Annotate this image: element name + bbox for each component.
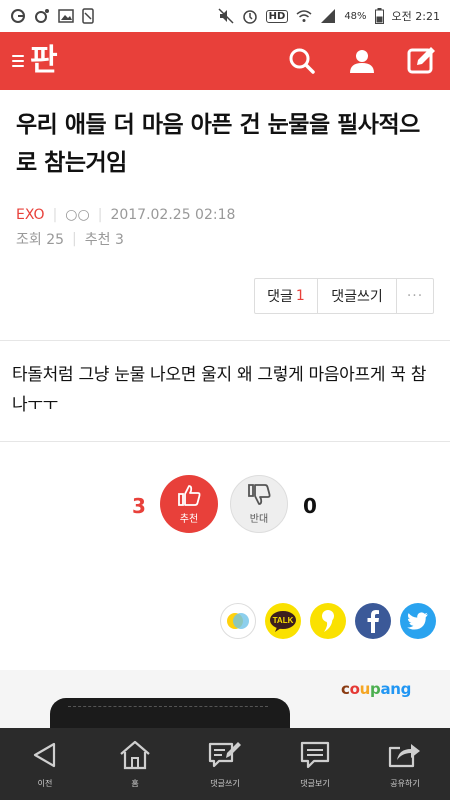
hd-icon: HD xyxy=(265,9,289,23)
nav-write-comment-button[interactable]: 댓글쓰기 xyxy=(180,728,270,800)
divider: | xyxy=(52,207,58,223)
nav-write-comment-label: 댓글쓰기 xyxy=(210,778,240,788)
home-icon xyxy=(120,740,150,769)
write-icon xyxy=(407,47,435,74)
write-comment-icon xyxy=(208,741,241,767)
downvote-label: 반대 xyxy=(249,514,269,525)
battery-percent: 48% xyxy=(344,10,367,22)
status-bar: HD 48% 오전 2:21 xyxy=(0,0,450,32)
kakao-icon xyxy=(322,610,334,632)
divider: | xyxy=(72,231,77,247)
kakaotalk-icon: TALK xyxy=(270,611,296,632)
pann-logo[interactable]: 판 xyxy=(30,46,58,76)
comment-button-group: 댓글 1 댓글쓰기 ··· xyxy=(254,278,434,314)
thumbs-up-icon xyxy=(178,485,201,506)
nav-view-comments-button[interactable]: 댓글보기 xyxy=(270,728,360,800)
coupang-logo: coupang xyxy=(341,680,412,698)
twitter-share-button[interactable] xyxy=(400,603,436,639)
upvote-button[interactable]: 추천 xyxy=(160,475,218,533)
signal-icon xyxy=(320,8,336,24)
comments-label: 댓글 xyxy=(267,289,293,305)
ad-banner[interactable]: coupang xyxy=(0,670,450,738)
kakaostory-icon xyxy=(227,613,249,629)
kakao-share-button[interactable] xyxy=(310,603,346,639)
post-stats: 조회 25 | 추천 3 xyxy=(16,229,124,249)
more-button[interactable]: ··· xyxy=(397,279,433,313)
post-title: 우리 애들 더 마음 아픈 건 눈물을 필사적으로 참는거임 xyxy=(16,112,420,176)
comments-button[interactable]: 댓글 1 xyxy=(255,279,318,313)
write-comment-button[interactable]: 댓글쓰기 xyxy=(318,279,397,313)
thumbs-down-icon xyxy=(248,484,271,505)
share-icon xyxy=(388,743,420,767)
divider: | xyxy=(97,207,103,223)
wifi-icon xyxy=(296,8,312,24)
post-body: 타돌처럼 그냥 눈물 나오면 울지 왜 그렇게 마음아프게 꾹 참나ㅜㅜ xyxy=(12,365,427,415)
app-header: 판 xyxy=(0,32,450,90)
app-notification-icon xyxy=(34,8,50,24)
twitter-icon xyxy=(407,612,428,630)
recommend-count: 3 xyxy=(114,232,124,248)
user-button[interactable] xyxy=(346,45,378,77)
mute-icon xyxy=(218,8,234,24)
post-datetime: 2017.02.25 02:18 xyxy=(110,207,236,223)
divider xyxy=(0,441,450,442)
vote-section: 3 추천 반대 0 xyxy=(0,472,450,542)
svg-text:TALK: TALK xyxy=(273,616,294,625)
upvote-label: 추천 xyxy=(179,514,199,525)
battery-icon xyxy=(374,8,384,24)
app-notification-icon xyxy=(10,8,26,24)
post-category[interactable]: EXO xyxy=(16,207,45,223)
downvote-count: 0 xyxy=(303,494,317,518)
kakaostory-share-button[interactable] xyxy=(220,603,256,639)
nav-share-label: 공유하기 xyxy=(390,778,420,788)
recommend-label: 추천 xyxy=(84,232,111,248)
views-label: 조회 xyxy=(16,232,42,248)
menu-icon[interactable] xyxy=(12,55,24,67)
post-author: ○○ xyxy=(65,207,90,223)
views-count: 25 xyxy=(46,232,65,248)
divider xyxy=(0,340,450,341)
nav-view-comments-label: 댓글보기 xyxy=(300,778,330,788)
post-meta: EXO | ○○ | 2017.02.25 02:18 xyxy=(16,207,235,223)
nav-back-button[interactable]: 이전 xyxy=(0,728,90,800)
upvote-count: 3 xyxy=(132,494,146,518)
nav-home-button[interactable]: 홈 xyxy=(90,728,180,800)
image-notification-icon xyxy=(58,8,74,24)
nav-share-button[interactable]: 공유하기 xyxy=(360,728,450,800)
view-comments-icon xyxy=(300,741,330,768)
comments-count: 1 xyxy=(295,288,305,304)
facebook-icon xyxy=(367,610,379,633)
downvote-button[interactable]: 반대 xyxy=(230,475,288,533)
alarm-icon xyxy=(242,8,258,24)
search-button[interactable] xyxy=(286,45,318,77)
write-button[interactable] xyxy=(406,45,438,77)
nav-home-label: 홈 xyxy=(131,778,139,788)
clock: 오전 2:21 xyxy=(391,10,440,23)
share-buttons: TALK xyxy=(220,603,436,639)
user-icon xyxy=(350,50,374,73)
search-icon xyxy=(289,48,315,74)
kakaotalk-share-button[interactable]: TALK xyxy=(265,603,301,639)
phone-notification-icon xyxy=(82,8,94,24)
nav-back-label: 이전 xyxy=(37,778,53,788)
facebook-share-button[interactable] xyxy=(355,603,391,639)
bottom-nav: 이전 홈 댓글쓰기 댓글보기 공유하기 xyxy=(0,728,450,800)
back-icon xyxy=(33,742,56,767)
